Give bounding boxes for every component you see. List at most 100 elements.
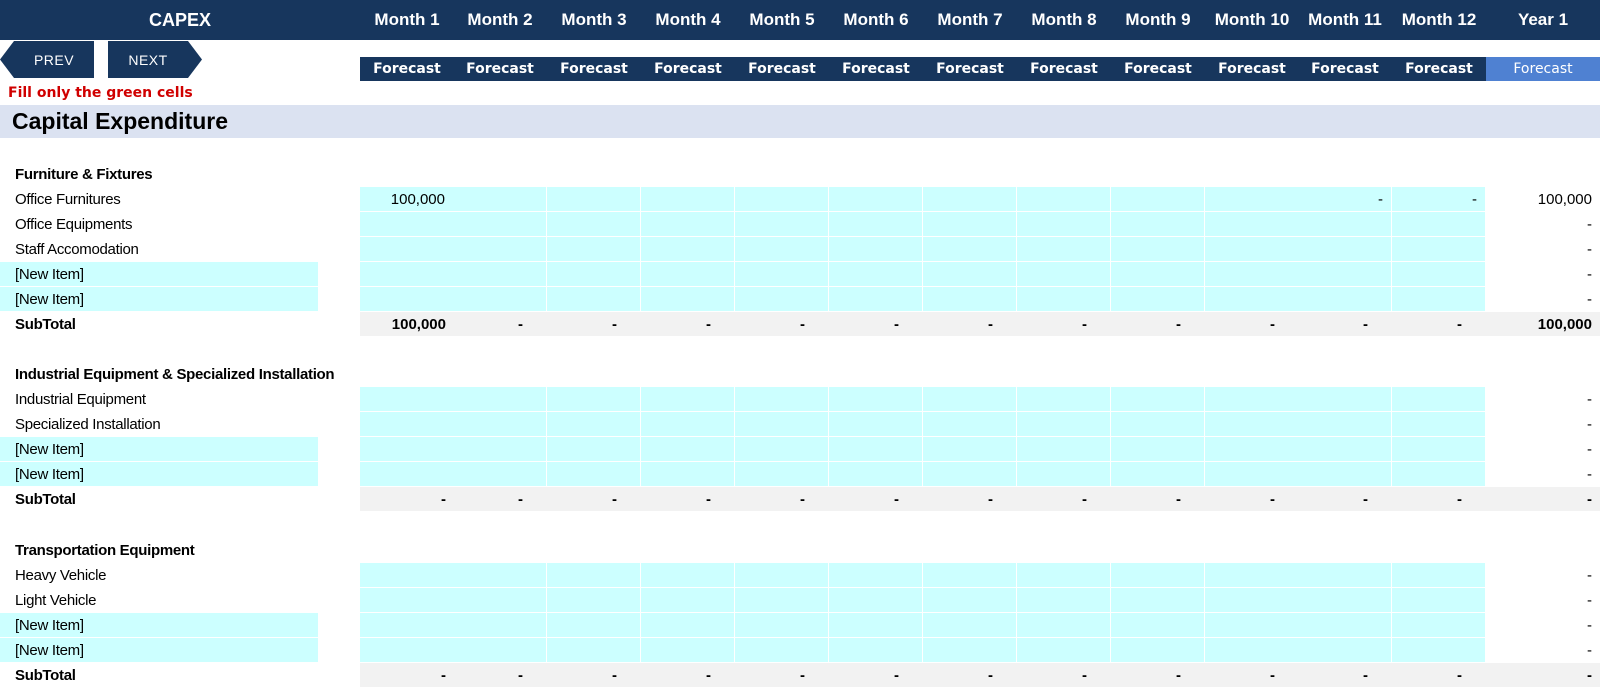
month-input-cell[interactable] xyxy=(547,563,641,587)
month-input-cell[interactable] xyxy=(360,262,454,286)
month-input-cell[interactable] xyxy=(641,287,735,311)
month-input-cell[interactable] xyxy=(1111,638,1205,662)
month-input-cell[interactable] xyxy=(923,212,1017,236)
month-input-cell[interactable] xyxy=(1392,638,1486,662)
month-input-cell[interactable] xyxy=(360,387,454,411)
month-input-cell[interactable] xyxy=(1392,212,1486,236)
month-input-cell[interactable] xyxy=(923,437,1017,461)
month-input-cell[interactable] xyxy=(1298,462,1392,486)
month-input-cell[interactable] xyxy=(360,613,454,637)
next-button[interactable]: NEXT xyxy=(108,41,202,78)
month-input-cell[interactable] xyxy=(1017,437,1111,461)
month-input-cell[interactable] xyxy=(1111,237,1205,261)
month-input-cell[interactable] xyxy=(547,638,641,662)
month-input-cell[interactable] xyxy=(360,462,454,486)
month-input-cell[interactable] xyxy=(829,613,923,637)
month-input-cell[interactable] xyxy=(923,563,1017,587)
month-input-cell[interactable] xyxy=(641,462,735,486)
month-input-cell[interactable] xyxy=(1017,387,1111,411)
month-input-cell[interactable] xyxy=(1017,412,1111,436)
month-input-cell[interactable] xyxy=(1017,262,1111,286)
month-input-cell[interactable] xyxy=(1392,262,1486,286)
month-input-cell[interactable] xyxy=(1298,588,1392,612)
month-input-cell[interactable] xyxy=(923,462,1017,486)
month-input-cell[interactable] xyxy=(547,287,641,311)
month-input-cell[interactable] xyxy=(453,187,547,211)
month-input-cell[interactable] xyxy=(735,262,829,286)
month-input-cell[interactable] xyxy=(360,588,454,612)
month-input-cell[interactable] xyxy=(1017,588,1111,612)
month-input-cell[interactable] xyxy=(360,412,454,436)
month-input-cell[interactable] xyxy=(1298,287,1392,311)
month-input-cell[interactable] xyxy=(360,212,454,236)
month-input-cell[interactable] xyxy=(1392,412,1486,436)
month-input-cell[interactable] xyxy=(547,613,641,637)
month-input-cell[interactable] xyxy=(1111,462,1205,486)
month-input-cell[interactable] xyxy=(453,613,547,637)
month-input-cell[interactable] xyxy=(1111,613,1205,637)
month-input-cell[interactable]: - xyxy=(1298,187,1392,211)
month-input-cell[interactable] xyxy=(1392,387,1486,411)
month-input-cell[interactable] xyxy=(641,638,735,662)
month-input-cell[interactable] xyxy=(1298,237,1392,261)
month-input-cell[interactable] xyxy=(547,412,641,436)
month-input-cell[interactable] xyxy=(1111,412,1205,436)
month-input-cell[interactable] xyxy=(1017,237,1111,261)
month-input-cell[interactable] xyxy=(1017,638,1111,662)
month-input-cell[interactable] xyxy=(641,387,735,411)
month-input-cell[interactable] xyxy=(453,212,547,236)
month-input-cell[interactable] xyxy=(641,437,735,461)
month-input-cell[interactable] xyxy=(1392,237,1486,261)
month-input-cell[interactable] xyxy=(829,437,923,461)
month-input-cell[interactable] xyxy=(547,387,641,411)
month-input-cell[interactable] xyxy=(641,237,735,261)
month-input-cell[interactable] xyxy=(547,262,641,286)
month-input-cell[interactable] xyxy=(923,237,1017,261)
month-input-cell[interactable] xyxy=(641,588,735,612)
month-input-cell[interactable] xyxy=(735,638,829,662)
month-input-cell[interactable] xyxy=(1205,287,1299,311)
month-input-cell[interactable] xyxy=(1111,588,1205,612)
month-input-cell[interactable] xyxy=(453,462,547,486)
month-input-cell[interactable] xyxy=(453,412,547,436)
month-input-cell[interactable] xyxy=(735,212,829,236)
month-input-cell[interactable] xyxy=(829,187,923,211)
month-input-cell[interactable] xyxy=(547,588,641,612)
month-input-cell[interactable] xyxy=(1298,613,1392,637)
month-input-cell[interactable] xyxy=(923,613,1017,637)
month-input-cell[interactable] xyxy=(735,187,829,211)
month-input-cell[interactable] xyxy=(1205,563,1299,587)
month-input-cell[interactable] xyxy=(923,387,1017,411)
month-input-cell[interactable] xyxy=(453,262,547,286)
month-input-cell[interactable] xyxy=(1392,287,1486,311)
month-input-cell[interactable] xyxy=(360,287,454,311)
month-input-cell[interactable] xyxy=(1298,412,1392,436)
month-input-cell[interactable] xyxy=(641,613,735,637)
month-input-cell[interactable] xyxy=(829,287,923,311)
month-input-cell[interactable] xyxy=(829,237,923,261)
month-input-cell[interactable] xyxy=(1298,437,1392,461)
month-input-cell[interactable] xyxy=(641,262,735,286)
month-input-cell[interactable] xyxy=(829,588,923,612)
month-input-cell[interactable] xyxy=(453,237,547,261)
month-input-cell[interactable] xyxy=(1205,638,1299,662)
month-input-cell[interactable] xyxy=(641,412,735,436)
month-input-cell[interactable] xyxy=(829,387,923,411)
month-input-cell[interactable] xyxy=(829,212,923,236)
line-item-label[interactable]: [New Item] xyxy=(15,638,84,663)
month-input-cell[interactable] xyxy=(641,187,735,211)
month-input-cell[interactable] xyxy=(1017,462,1111,486)
month-input-cell[interactable] xyxy=(735,613,829,637)
month-input-cell[interactable] xyxy=(735,287,829,311)
month-input-cell[interactable] xyxy=(1111,437,1205,461)
month-input-cell[interactable] xyxy=(829,462,923,486)
month-input-cell[interactable] xyxy=(735,462,829,486)
month-input-cell[interactable] xyxy=(1298,212,1392,236)
month-input-cell[interactable] xyxy=(1392,437,1486,461)
month-input-cell[interactable] xyxy=(923,412,1017,436)
month-input-cell[interactable]: - xyxy=(1392,187,1486,211)
month-input-cell[interactable] xyxy=(1298,387,1392,411)
line-item-label[interactable]: [New Item] xyxy=(15,462,84,487)
line-item-label[interactable]: [New Item] xyxy=(15,437,84,462)
line-item-label[interactable]: [New Item] xyxy=(15,613,84,638)
